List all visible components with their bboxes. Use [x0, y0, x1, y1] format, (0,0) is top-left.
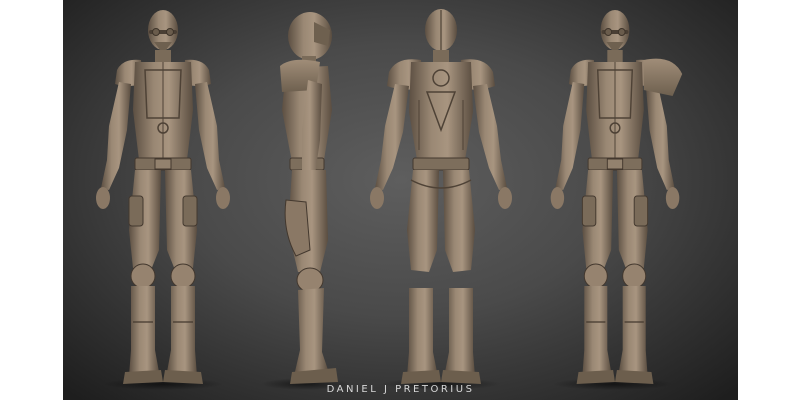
side-view-figure	[279, 11, 339, 385]
armored-figure-turnaround	[95, 8, 683, 390]
render-canvas: DANIEL J PRETORIUS	[63, 0, 738, 400]
three-quarter-view-figure	[549, 9, 683, 385]
artist-credit: DANIEL J PRETORIUS	[326, 384, 475, 395]
front-view-figure	[95, 9, 231, 385]
back-view-figure	[369, 8, 513, 385]
